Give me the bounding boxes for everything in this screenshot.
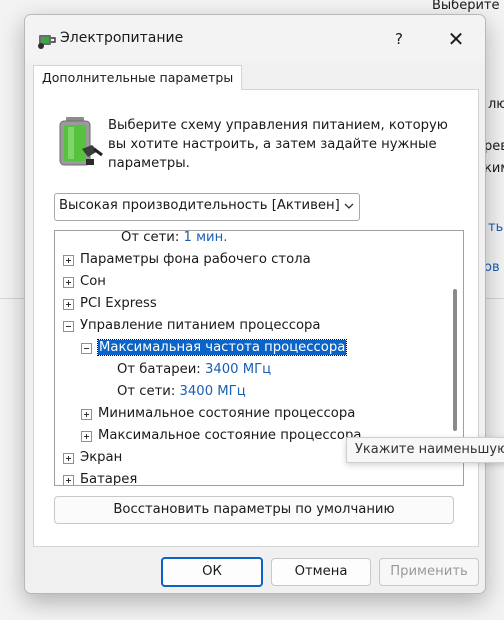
- close-button[interactable]: ✕: [437, 21, 475, 57]
- background-link[interactable]: ов: [484, 260, 500, 275]
- cancel-button[interactable]: Отмена: [271, 558, 371, 586]
- tree-row[interactable]: Максимальное состояние процессора: [81, 425, 361, 447]
- background-divider: [0, 298, 24, 299]
- tree-row[interactable]: Параметры фона рабочего стола: [63, 249, 311, 271]
- power-options-icon: [38, 35, 56, 49]
- tree-row[interactable]: От сети: 3400 МГц: [117, 381, 246, 403]
- description-text: Выберите схему управления питанием, кото…: [108, 118, 448, 171]
- tree-item-label: Максимальная частота процессора: [96, 339, 348, 356]
- titlebar[interactable]: Электропитание ? ✕: [25, 15, 485, 63]
- expand-icon[interactable]: [63, 475, 74, 485]
- tree-item-label: PCI Express: [80, 296, 157, 311]
- battery-icon: [59, 117, 103, 166]
- expand-icon[interactable]: [63, 299, 74, 310]
- expand-icon[interactable]: [63, 453, 74, 464]
- background-link[interactable]: ть: [488, 220, 503, 235]
- power-scheme-value: Высокая производительность [Активен]: [59, 198, 340, 213]
- tree-item-label: Минимальное состояние процессора: [98, 406, 356, 421]
- tree-item-label: Батарея: [80, 472, 138, 486]
- apply-button[interactable]: Применить: [379, 558, 479, 586]
- dialog-title: Электропитание: [60, 30, 184, 46]
- restore-defaults-button[interactable]: Восстановить параметры по умолчанию: [54, 496, 454, 524]
- tree-row[interactable]: Экран: [63, 447, 122, 469]
- expand-icon[interactable]: [63, 277, 74, 288]
- tree-item-label: Максимальное состояние процессора: [98, 428, 362, 443]
- tree-item-label: От сети:: [117, 384, 176, 399]
- settings-panel: Выберите схему управления питанием, кото…: [33, 89, 479, 547]
- tree-item-label: От батареи:: [117, 362, 201, 377]
- tooltip: Укажите наименьшую: [346, 437, 504, 463]
- background-fragment: рев: [484, 139, 504, 154]
- expand-icon[interactable]: [81, 409, 92, 420]
- collapse-icon[interactable]: [63, 321, 74, 332]
- tree-row[interactable]: Минимальное состояние процессора: [81, 403, 355, 425]
- tree-row[interactable]: От батареи: 3400 МГц: [117, 359, 271, 381]
- tree-row[interactable]: Управление питанием процессора: [63, 315, 321, 337]
- background-window-text: Выберите: [432, 0, 500, 13]
- background-divider: [484, 298, 504, 299]
- tree-item-value[interactable]: 3400 МГц: [180, 384, 246, 399]
- help-button[interactable]: ?: [380, 21, 418, 57]
- tree-row-selected[interactable]: Максимальная частота процессора: [81, 337, 348, 359]
- ok-button[interactable]: ОК: [161, 557, 263, 587]
- tree-item-value[interactable]: 3400 МГц: [205, 362, 271, 377]
- chevron-down-icon: [344, 203, 354, 209]
- tree-item-label: От сети:: [121, 230, 180, 245]
- tree-item-value[interactable]: 1 мин.: [184, 231, 228, 245]
- power-options-dialog: Электропитание ? ✕ Дополнительные параме…: [24, 14, 486, 594]
- background-fragment: ким: [484, 161, 504, 176]
- tree-row[interactable]: Батарея: [63, 469, 138, 486]
- background-fragment: лю: [488, 97, 504, 112]
- expand-icon[interactable]: [63, 255, 74, 266]
- tree-item-label: Сон: [80, 274, 106, 289]
- tree-item-label: Экран: [80, 450, 123, 465]
- expand-icon[interactable]: [81, 431, 92, 442]
- tab-advanced-settings[interactable]: Дополнительные параметры: [33, 65, 243, 90]
- tree-row[interactable]: PCI Express: [63, 293, 157, 315]
- tree-item-label: Управление питанием процессора: [80, 318, 321, 333]
- collapse-icon[interactable]: [81, 343, 92, 354]
- tree-row[interactable]: Сон: [63, 271, 106, 293]
- tree-row[interactable]: От сети: 1 мин.: [121, 230, 228, 249]
- tree-scrollbar[interactable]: [453, 289, 457, 431]
- power-scheme-dropdown[interactable]: Высокая производительность [Активен]: [54, 193, 360, 221]
- tree-item-label: Параметры фона рабочего стола: [80, 252, 311, 267]
